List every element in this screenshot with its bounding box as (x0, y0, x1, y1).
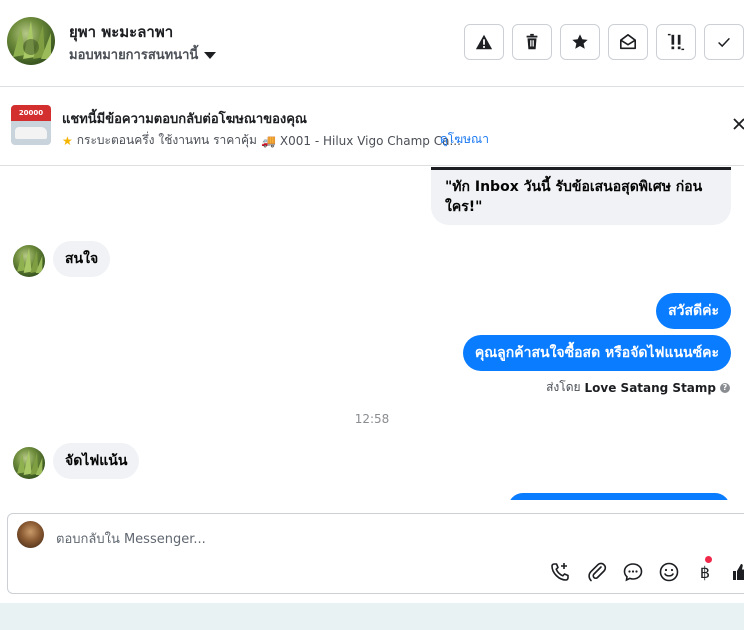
sent-by-prefix: ส่งโดย (546, 380, 581, 394)
svg-text:฿: ฿ (700, 563, 710, 582)
paperclip-icon (588, 562, 607, 582)
ad-subtitle-name: X001 - Hilux Vigo Champ Ca... (279, 133, 461, 148)
star-button[interactable] (560, 24, 600, 60)
ad-thumbnail-price: 20000 (11, 105, 51, 121)
caret-down-icon (204, 51, 217, 59)
reply-input[interactable]: ตอบกลับใน Messenger... (56, 528, 206, 549)
view-ad-link[interactable]: ดูโฆษณา (440, 130, 489, 149)
ad-thumbnail[interactable]: 20000 (11, 105, 51, 145)
follow-up-button[interactable] (656, 24, 696, 60)
phone-plus-icon (551, 563, 569, 581)
assign-label: มอบหมายการสนทนานี้ (69, 48, 199, 63)
follow-up-icon (667, 33, 685, 51)
bottom-strip (0, 603, 744, 630)
contact-avatar-image (17, 449, 43, 475)
saved-replies-button[interactable] (622, 561, 644, 583)
attach-button[interactable] (586, 561, 608, 583)
help-icon[interactable]: ? (720, 382, 730, 393)
outgoing-message[interactable]: สวัสดีค่ะ (656, 293, 731, 329)
open-envelope-icon (619, 33, 637, 50)
mark-unread-button[interactable] (608, 24, 648, 60)
outgoing-message-partial[interactable] (508, 493, 730, 500)
page-avatar (17, 521, 44, 548)
emoji-button[interactable] (658, 561, 680, 583)
chat-bubble-icon (623, 563, 643, 582)
contact-name[interactable]: ยุพา พะมะลาพา (69, 20, 173, 44)
trash-icon (526, 33, 538, 50)
checkmark-icon (718, 37, 730, 48)
sent-by-name: Love Satang Stamp (584, 380, 716, 395)
contact-avatar-image (17, 247, 43, 273)
close-icon[interactable] (731, 116, 744, 132)
ad-banner-subtitle: ★ กระบะตอนครึ่ง ใช้งานทน ราคาคุ้ม 🚚 X001… (62, 131, 461, 150)
truck-emoji-icon: 🚚 (260, 133, 276, 148)
contact-avatar-small (13, 245, 45, 277)
star-icon (572, 34, 588, 49)
ad-subtitle-text: กระบะตอนครึ่ง ใช้งานทน ราคาคุ้ม (76, 133, 257, 147)
ad-card-text: "ทัก Inbox วันนี้ รับข้อเสนอสุดพิเศษ ก่อ… (445, 179, 703, 215)
warning-icon (475, 34, 493, 50)
incoming-message[interactable]: จัดไฟแน้น (53, 443, 140, 479)
ad-banner-title: แชทนี้มีข้อความตอบกลับต่อโฆษณาของคุณ (62, 112, 307, 127)
payment-button[interactable]: ฿ (694, 561, 716, 583)
message-thread[interactable]: "ทัก Inbox วันนี้ รับข้อเสนอสุดพิเศษ ก่อ… (0, 167, 744, 500)
assign-conversation-dropdown[interactable]: มอบหมายการสนทนานี้ (69, 44, 217, 65)
call-button[interactable] (549, 561, 571, 583)
notification-dot (705, 556, 712, 563)
smiley-icon (659, 562, 679, 582)
contact-avatar[interactable] (7, 17, 55, 65)
sent-by-label: ส่งโดย Love Satang Stamp ? (546, 378, 730, 397)
mark-done-button[interactable] (704, 24, 744, 60)
baht-icon: ฿ (700, 563, 710, 582)
reply-composer[interactable]: ตอบกลับใน Messenger... ฿ (7, 513, 744, 594)
message-timestamp: 12:58 (354, 412, 390, 426)
mark-spam-button[interactable] (464, 24, 504, 60)
incoming-message[interactable]: สนใจ (53, 241, 111, 277)
thumbs-up-icon (733, 564, 744, 580)
conversation-header: ยุพา พะมะลาพา มอบหมายการสนทนานี้ (0, 0, 744, 87)
star-emoji-icon: ★ (62, 133, 73, 148)
contact-avatar-image (13, 21, 51, 59)
outgoing-message[interactable]: คุณลูกค้าสนใจซื้อสด หรือจัดไฟแนนซ์คะ (462, 335, 731, 371)
car-image (15, 127, 47, 139)
delete-button[interactable] (512, 24, 552, 60)
contact-avatar-small (13, 447, 45, 479)
like-button[interactable] (730, 561, 744, 583)
ad-card-image-edge (431, 167, 731, 170)
